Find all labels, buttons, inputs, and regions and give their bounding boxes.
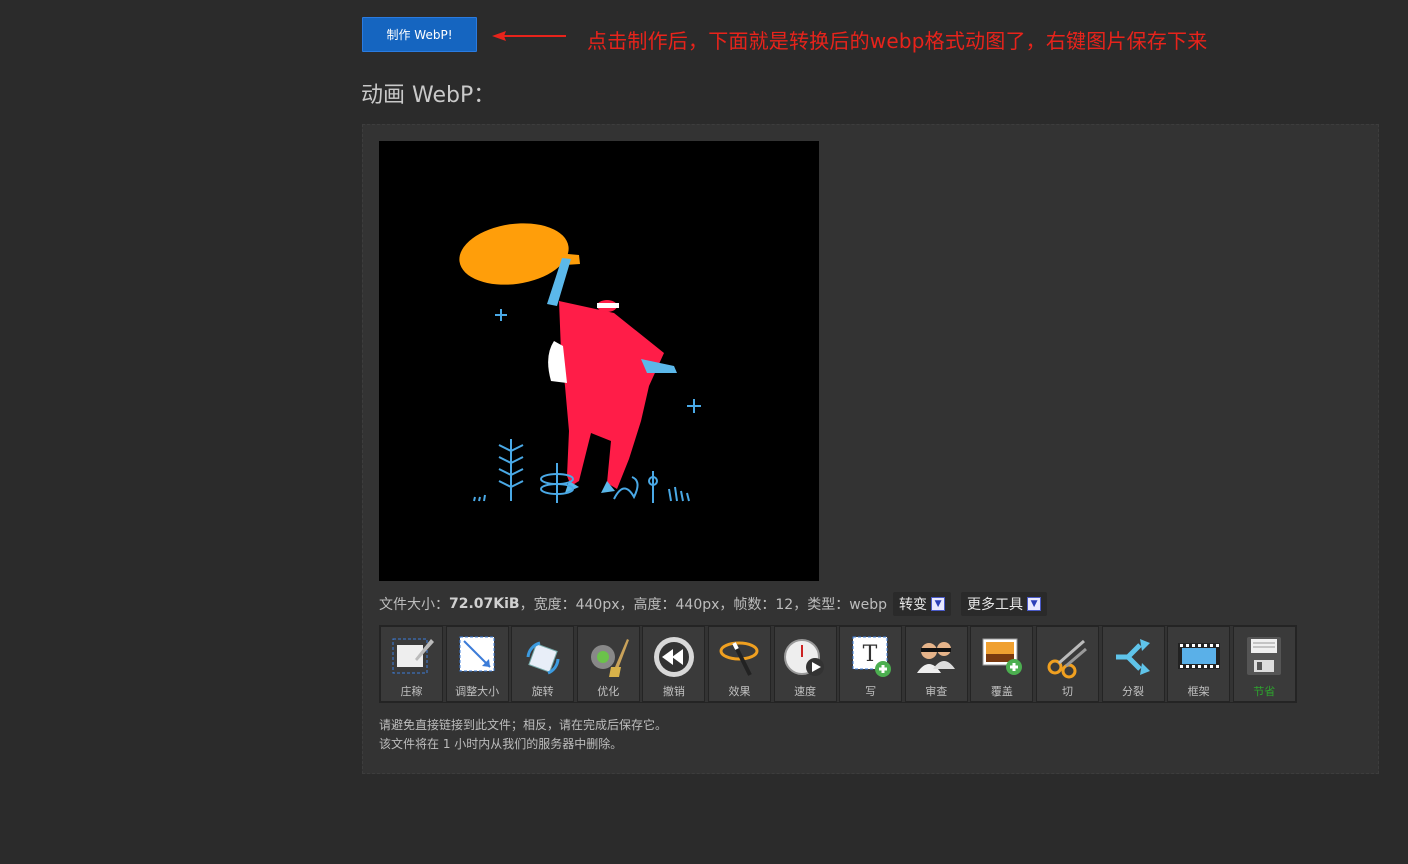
write-text-icon: T: [852, 636, 891, 677]
save-icon: [1247, 637, 1282, 675]
optimize-button[interactable]: 优化: [576, 626, 640, 702]
speed-button[interactable]: 速度: [773, 626, 837, 702]
reverse-icon: [653, 637, 694, 677]
convert-label: 转变: [899, 597, 928, 613]
censor-icon: [917, 642, 956, 673]
split-button[interactable]: 分裂: [1101, 626, 1165, 702]
resize-button[interactable]: 调整大小: [445, 626, 509, 702]
red-arrow-icon: [492, 31, 566, 41]
svg-text:T: T: [862, 642, 877, 667]
censor-button[interactable]: 审查: [904, 626, 968, 702]
more-tools-button[interactable]: 更多工具 ▼: [961, 592, 1048, 616]
overlay-icon: [982, 638, 1022, 675]
crop-button[interactable]: 庄稼: [380, 626, 443, 702]
notice-line-1: 请避免直接链接到此文件；相反，请在完成后保存它。: [379, 718, 668, 732]
file-dimensions: ，宽度：440px，高度：440px，帧数：12，类型：webp: [519, 597, 888, 613]
speed-icon: [784, 639, 825, 676]
file-size-value: 72.07KiB: [449, 596, 520, 612]
resize-icon: [459, 636, 495, 672]
convert-button[interactable]: 转变 ▼: [893, 592, 952, 616]
more-tools-label: 更多工具: [967, 597, 1024, 613]
overlay-button[interactable]: 覆盖: [970, 626, 1034, 702]
page-title: 动画 WebP：: [361, 83, 496, 108]
frames-button[interactable]: 框架: [1167, 626, 1231, 702]
annotation-text: 点击制作后，下面就是转换后的webp格式动图了，右键图片保存下来: [587, 29, 1208, 53]
save-button[interactable]: 节省: [1232, 626, 1296, 702]
crop-icon: [392, 638, 434, 674]
download-arrow-icon: ▼: [1027, 597, 1042, 611]
cut-button[interactable]: 切: [1035, 626, 1099, 702]
rotate-button[interactable]: 旋转: [511, 626, 575, 702]
rotate-icon: [526, 641, 560, 675]
write-text-button[interactable]: T 写: [839, 626, 903, 702]
file-info: 文件大小： 72.07KiB ，宽度：440px，高度：440px，帧数：12，…: [379, 592, 1048, 616]
effects-button[interactable]: 效果: [707, 626, 771, 702]
frames-icon: [1177, 643, 1220, 669]
effects-icon: [719, 641, 759, 676]
illustration-image: [459, 223, 701, 503]
notice-line-2: 该文件将在 1 小时内从我们的服务器中删除。: [379, 737, 623, 751]
file-size-label: 文件大小：: [379, 597, 449, 613]
split-icon: [1116, 639, 1151, 675]
optimize-icon: [591, 639, 630, 677]
make-webp-button[interactable]: 制作 WebP!: [362, 17, 477, 52]
cut-icon: [1047, 639, 1088, 679]
reverse-button[interactable]: 撤销: [642, 626, 706, 702]
download-arrow-icon: ▼: [931, 597, 946, 611]
notice-text: 请避免直接链接到此文件；相反，请在完成后保存它。 该文件将在 1 小时内从我们的…: [379, 716, 667, 754]
animated-webp-preview[interactable]: [379, 141, 819, 581]
tools-toolbar: 庄稼 调整大小 旋转 优化 撤销 效果 速度 T 写 审查 覆盖 切 分裂 框架…: [379, 625, 1297, 703]
